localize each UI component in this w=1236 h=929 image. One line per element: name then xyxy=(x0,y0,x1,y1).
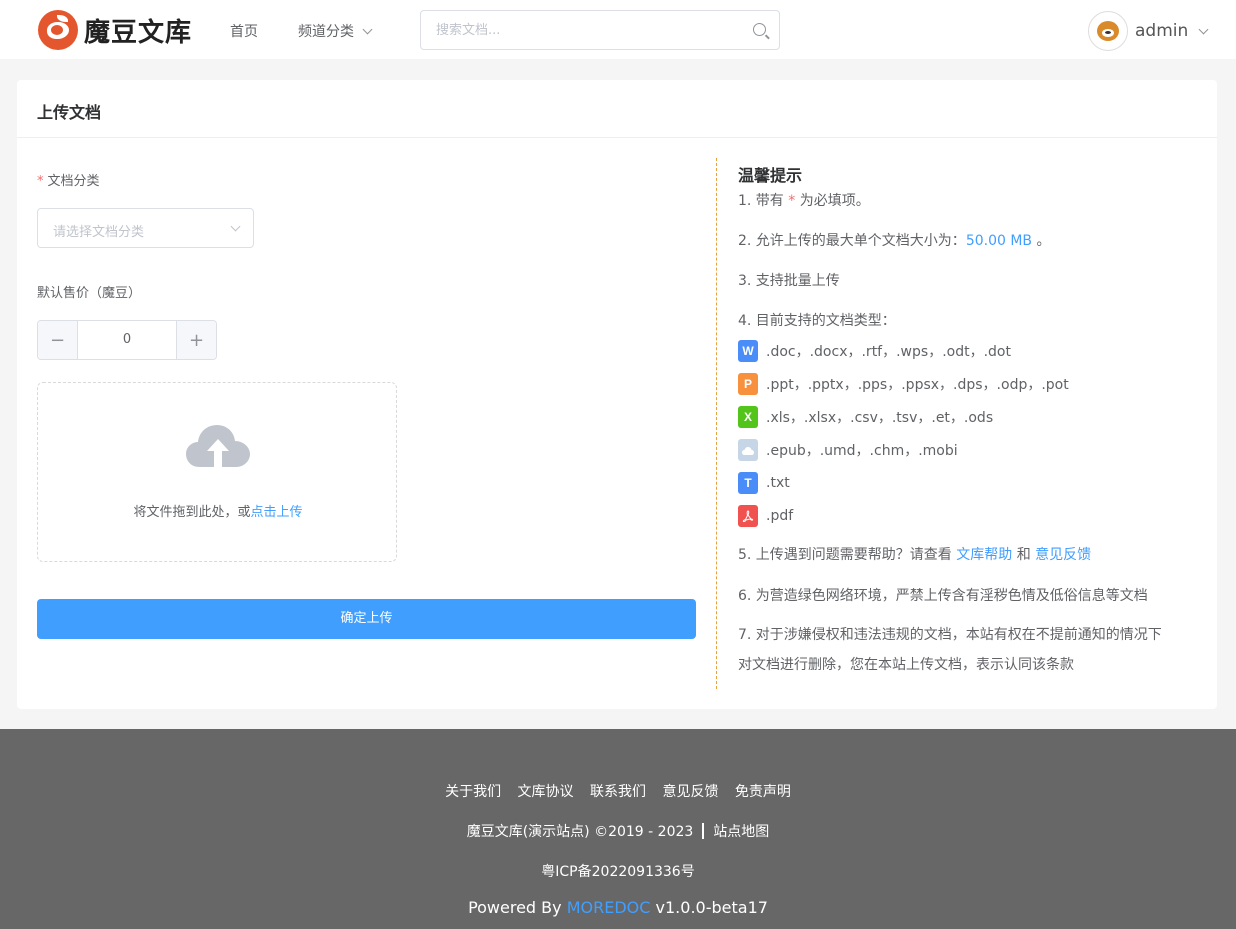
excel-icon: X xyxy=(738,406,758,428)
moredoc-link[interactable]: MOREDOC xyxy=(567,898,651,917)
nav-channel-label: 频道分类 xyxy=(298,24,354,40)
version-text: v1.0.0-beta17 xyxy=(655,898,768,917)
avatar[interactable] xyxy=(1088,11,1128,51)
separator xyxy=(702,823,705,839)
drop-hint: 将文件拖到此处，或 xyxy=(133,505,251,520)
pdf-types: .pdf xyxy=(766,508,794,524)
tip-3: 3. 支持批量上传 xyxy=(738,273,840,289)
cloud-upload-icon xyxy=(186,425,250,467)
filetype-ppt: P .ppt，.pptx，.pps，.ppsx，.dps，.odp，.pot xyxy=(738,373,1069,395)
filetype-ebook: .epub，.umd，.chm，.mobi xyxy=(738,439,958,461)
powered-by-text: Powered By xyxy=(468,898,562,917)
footer-link-agreement[interactable]: 文库协议 xyxy=(518,784,574,800)
required-mark: * xyxy=(788,193,796,209)
tip-7-line-1: 7. 对于涉嫌侵权和违法违规的文档，本站有权在不提前通知的情况下 xyxy=(738,627,1162,643)
tip-7-line-2: 对文档进行删除，您在本站上传文档，表示认同该条款 xyxy=(738,657,1074,673)
copyright-text: 魔豆文库(演示站点) ©2019 - 2023 xyxy=(466,824,694,840)
price-label: 默认售价（魔豆） xyxy=(37,286,142,301)
logo-text: 魔豆文库 xyxy=(84,17,193,48)
page-title: 上传文档 xyxy=(37,103,102,122)
footer-link-disclaimer[interactable]: 免责声明 xyxy=(735,784,791,800)
increase-button[interactable]: + xyxy=(176,321,216,359)
tip-2-text-end: 。 xyxy=(1036,233,1051,249)
bean-logo-icon xyxy=(38,10,78,50)
ppt-icon: P xyxy=(738,373,758,395)
ppt-types: .ppt，.pptx，.pps，.ppsx，.dps，.odp，.pot xyxy=(766,377,1069,393)
search-icon[interactable] xyxy=(753,23,766,36)
click-upload-link[interactable]: 点击上传 xyxy=(251,505,303,520)
chevron-down-icon xyxy=(230,221,241,232)
footer-links: 关于我们 文库协议 联系我们 意见反馈 免责声明 xyxy=(0,781,1236,801)
nav-home[interactable]: 首页 xyxy=(230,21,258,41)
tip-5-text: 5. 上传遇到问题需要帮助？请查看 xyxy=(738,547,952,563)
category-label-text: 文档分类 xyxy=(47,174,100,189)
category-label: * 文档分类 xyxy=(37,170,100,189)
tips-panel: 温馨提示 1. 带有 * 为必填项。 2. 允许上传的最大单个文档大小为：50.… xyxy=(738,162,1198,673)
filetype-excel: X .xls，.xlsx，.csv，.tsv，.et，.ods xyxy=(738,406,993,428)
filetype-txt: T .txt xyxy=(738,472,790,494)
decrease-button[interactable]: − xyxy=(38,321,78,359)
nav-channel-dropdown[interactable]: 频道分类 xyxy=(298,21,373,41)
sitemap-link[interactable]: 站点地图 xyxy=(713,824,769,840)
price-input[interactable]: 0 xyxy=(78,321,176,359)
upload-dropzone[interactable]: 将文件拖到此处，或点击上传 xyxy=(37,382,397,562)
dropzone-text: 将文件拖到此处，或点击上传 xyxy=(38,501,398,520)
footer-link-feedback[interactable]: 意见反馈 xyxy=(662,784,718,800)
txt-icon: T xyxy=(738,472,758,494)
help-link[interactable]: 文库帮助 xyxy=(956,547,1012,563)
site-footer: 关于我们 文库协议 联系我们 意见反馈 免责声明 魔豆文库(演示站点) ©201… xyxy=(0,729,1236,929)
excel-types: .xls，.xlsx，.csv，.tsv，.et，.ods xyxy=(766,410,994,426)
site-logo[interactable]: 魔豆文库 xyxy=(38,10,192,50)
powered-by: Powered By MOREDOC v1.0.0-beta17 xyxy=(0,898,1236,917)
tip-6: 6. 为营造绿色网络环境，严禁上传含有淫秽色情及低俗信息等文档 xyxy=(738,588,1148,604)
tip-5-and: 和 xyxy=(1016,547,1031,563)
max-size: 50.00 MB xyxy=(965,233,1033,249)
tiger-avatar-icon xyxy=(1097,21,1119,41)
search-input[interactable] xyxy=(421,11,721,49)
chevron-down-icon xyxy=(362,24,373,34)
feedback-link[interactable]: 意见反馈 xyxy=(1035,547,1091,563)
upload-card: 上传文档 * 文档分类 请选择文档分类 默认售价（魔豆） − 0 + 将文件拖到此… xyxy=(17,80,1217,709)
txt-types: .txt xyxy=(766,475,790,491)
top-header: 魔豆文库 首页 频道分类 admin xyxy=(0,0,1236,59)
filetype-word: W .doc，.docx，.rtf，.wps，.odt，.dot xyxy=(738,340,1011,362)
price-stepper: − 0 + xyxy=(37,320,217,360)
tip-2-text: 2. 允许上传的最大单个文档大小为： xyxy=(738,233,966,249)
tip-2: 2. 允许上传的最大单个文档大小为：50.00 MB 。 xyxy=(738,230,1050,250)
tips-title: 温馨提示 xyxy=(738,166,803,185)
chevron-down-icon[interactable] xyxy=(1198,24,1209,34)
tip-5: 5. 上传遇到问题需要帮助？请查看 文库帮助 和 意见反馈 xyxy=(738,544,1091,564)
tip-1: 1. 带有 * 为必填项。 xyxy=(738,190,870,210)
required-mark: * xyxy=(37,174,44,189)
category-placeholder: 请选择文档分类 xyxy=(53,225,145,240)
word-types: .doc，.docx，.rtf，.wps，.odt，.dot xyxy=(766,344,1011,360)
username[interactable]: admin xyxy=(1135,21,1188,41)
pdf-icon xyxy=(738,505,758,527)
footer-link-about[interactable]: 关于我们 xyxy=(445,784,501,800)
category-select[interactable]: 请选择文档分类 xyxy=(37,208,254,248)
ebook-types: .epub，.umd，.chm，.mobi xyxy=(766,443,958,459)
footer-copyright: 魔豆文库(演示站点) ©2019 - 2023 站点地图 xyxy=(0,821,1236,841)
search-box xyxy=(420,10,780,50)
submit-upload-button[interactable]: 确定上传 xyxy=(37,599,696,639)
tip-1-text-end: 为必填项。 xyxy=(799,193,870,209)
divider xyxy=(17,137,1217,138)
user-menu[interactable]: admin xyxy=(1088,11,1209,51)
filetype-pdf: .pdf xyxy=(738,505,793,527)
tip-1-text: 1. 带有 xyxy=(738,193,784,209)
ebook-icon xyxy=(738,439,758,461)
word-icon: W xyxy=(738,340,758,362)
tip-4: 4. 目前支持的文档类型： xyxy=(738,313,896,329)
footer-link-contact[interactable]: 联系我们 xyxy=(590,784,646,800)
icp-record[interactable]: 粤ICP备2022091336号 xyxy=(0,861,1236,881)
vertical-divider xyxy=(716,158,717,689)
